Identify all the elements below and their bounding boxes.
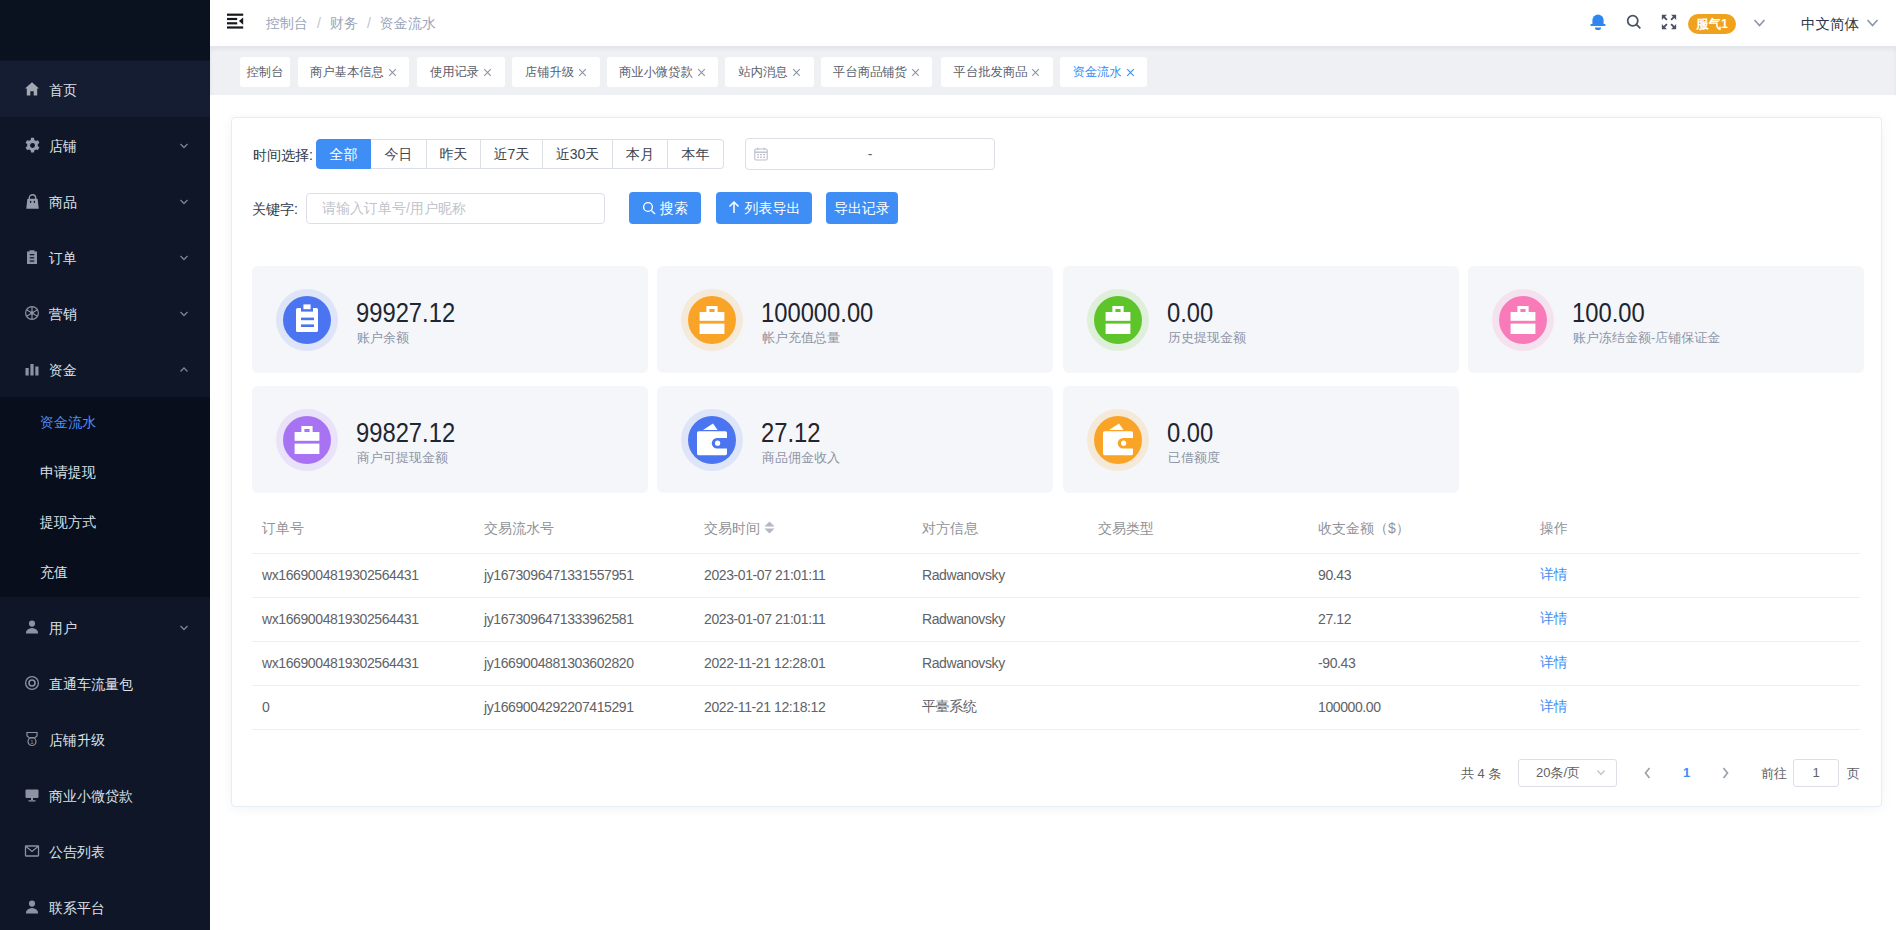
svg-text:1: 1 <box>30 739 34 745</box>
